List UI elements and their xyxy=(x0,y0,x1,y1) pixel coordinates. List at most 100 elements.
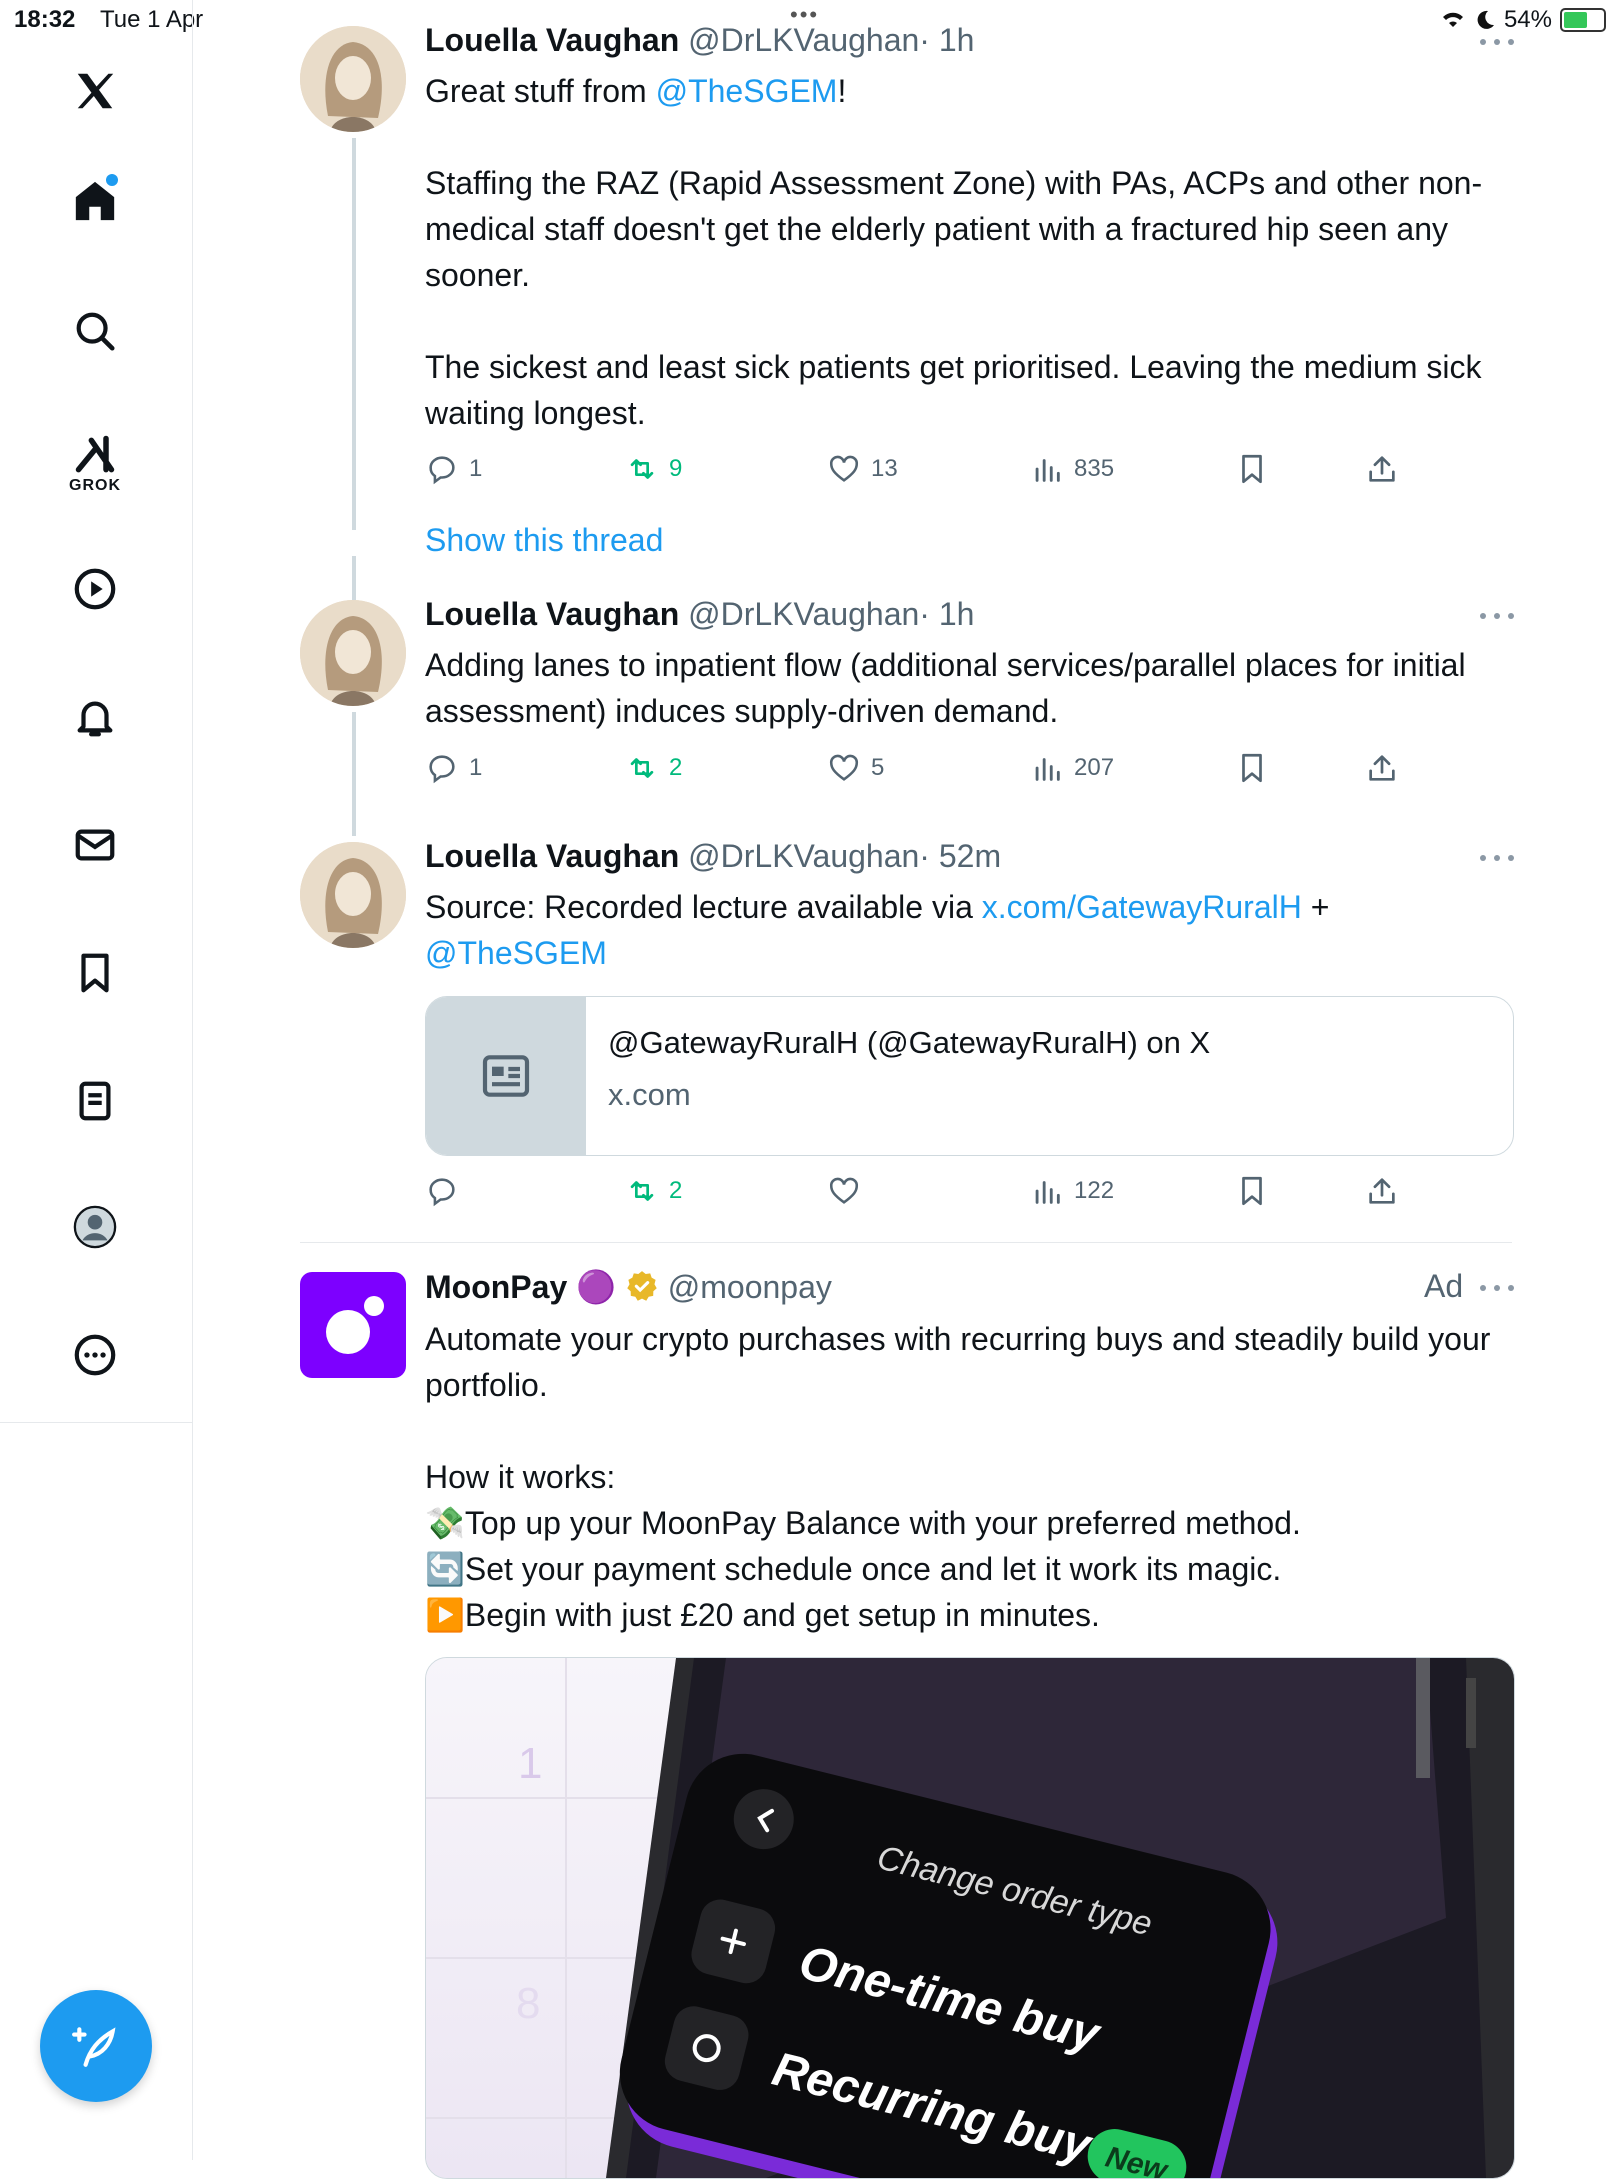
repost-count: 2 xyxy=(669,1177,683,1204)
search-icon[interactable] xyxy=(66,302,124,360)
views-bar-icon xyxy=(1035,758,1060,781)
repost-count: 2 xyxy=(669,754,683,781)
repost-icon xyxy=(630,459,654,479)
bookmark-button[interactable] xyxy=(1235,751,1269,785)
battery-icon xyxy=(1560,8,1606,32)
heart-icon xyxy=(829,754,859,781)
post-author-handle[interactable]: @DrLKVaughan xyxy=(688,596,919,632)
ad-label: Ad xyxy=(1424,1268,1464,1304)
x-logo-icon[interactable] xyxy=(66,62,124,120)
reply-button[interactable]: 1 xyxy=(425,751,482,785)
reply-button[interactable]: 1 xyxy=(425,452,482,486)
reply-button[interactable] xyxy=(425,1174,459,1208)
like-button[interactable]: 13 xyxy=(827,452,898,486)
compose-post-button[interactable] xyxy=(40,1990,152,2102)
mention-link[interactable]: @TheSGEM xyxy=(656,73,838,109)
ad-author-name[interactable]: MoonPay xyxy=(425,1269,567,1305)
wifi-icon xyxy=(1442,12,1463,27)
post-1-more-icon[interactable] xyxy=(1480,34,1514,50)
reply-count: 1 xyxy=(469,754,483,781)
heart-icon xyxy=(829,455,859,482)
post-author-name[interactable]: Louella Vaughan xyxy=(425,838,679,874)
calendar-day-1: 1 xyxy=(518,1739,542,1788)
post-1-actions: 1 9 13 835 xyxy=(425,452,1425,492)
post-time[interactable]: · 52m xyxy=(919,838,1001,874)
link-preview-card[interactable]: @GatewayRuralH (@GatewayRuralH) on X x.c… xyxy=(425,996,1514,1156)
video-icon[interactable] xyxy=(66,560,124,618)
repost-button[interactable]: 2 xyxy=(625,751,682,785)
post-1-text: Great stuff from @TheSGEM! Staffing the … xyxy=(425,68,1505,436)
views-count: 207 xyxy=(1074,754,1115,781)
like-button[interactable] xyxy=(827,1174,861,1208)
post-3-avatar[interactable] xyxy=(300,842,406,948)
sidebar: GROK xyxy=(0,0,193,1423)
external-link[interactable]: x.com/GatewayRuralH xyxy=(982,889,1302,925)
sidebar-divider xyxy=(192,1422,193,2160)
views-button[interactable]: 835 xyxy=(1030,452,1114,486)
verified-badge-icon xyxy=(627,1271,657,1301)
bookmark-icon xyxy=(1242,1176,1262,1206)
post-2-actions: 1 2 5 207 xyxy=(425,751,1425,791)
reply-count: 1 xyxy=(469,455,483,482)
views-button[interactable]: 122 xyxy=(1030,1174,1114,1208)
post-text-mid: + xyxy=(1301,889,1330,925)
post-1-avatar[interactable] xyxy=(300,26,406,132)
lists-icon[interactable] xyxy=(66,1072,124,1130)
share-button[interactable] xyxy=(1365,1174,1399,1208)
ad-media-illustration: 1 8 12 Change order type One-time buy Re… xyxy=(426,1658,1514,2178)
messages-envelope-icon[interactable] xyxy=(66,816,124,874)
post-time[interactable]: · 1h xyxy=(919,22,974,58)
post-author-name[interactable]: Louella Vaughan xyxy=(425,22,679,58)
share-button[interactable] xyxy=(1365,452,1399,486)
ad-media-image[interactable]: 1 8 12 Change order type One-time buy Re… xyxy=(425,1657,1515,2179)
post-2-more-icon[interactable] xyxy=(1480,608,1514,624)
post-divider xyxy=(300,1242,1512,1243)
like-count: 13 xyxy=(871,455,898,482)
post-2-header: Louella Vaughan @DrLKVaughan· 1h xyxy=(425,596,974,633)
bookmarks-icon[interactable] xyxy=(66,944,124,1002)
calendar-day-8: 8 xyxy=(516,1979,540,2028)
link-card-title: @GatewayRuralH (@GatewayRuralH) on X xyxy=(608,1025,1211,1060)
grok-label: GROK xyxy=(69,477,121,494)
post-2-text: Adding lanes to inpatient flow (addition… xyxy=(425,647,1466,729)
notifications-bell-icon[interactable] xyxy=(66,688,124,746)
like-button[interactable]: 5 xyxy=(827,751,884,785)
post-paragraph: The sickest and least sick patients get … xyxy=(425,349,1482,431)
share-button[interactable] xyxy=(1365,751,1399,785)
ad-more-icon[interactable] xyxy=(1480,1280,1514,1296)
views-bar-icon xyxy=(1035,1181,1060,1204)
post-3-more-icon[interactable] xyxy=(1480,850,1514,866)
post-1-header: Louella Vaughan @DrLKVaughan· 1h xyxy=(425,22,974,59)
post-text-prefix: Great stuff from xyxy=(425,73,656,109)
status-right: 54% xyxy=(1440,6,1606,34)
ad-author-handle[interactable]: @moonpay xyxy=(668,1269,832,1305)
post-paragraph: Staffing the RAZ (Rapid Assessment Zone)… xyxy=(425,165,1483,293)
post-time[interactable]: · 1h xyxy=(919,596,974,632)
post-author-handle[interactable]: @DrLKVaughan xyxy=(688,22,919,58)
views-button[interactable]: 207 xyxy=(1030,751,1114,785)
mention-link[interactable]: @TheSGEM xyxy=(425,935,607,971)
bookmark-button[interactable] xyxy=(1235,452,1269,486)
show-thread-link[interactable]: Show this thread xyxy=(425,522,663,559)
ad-header: MoonPay 🟣 @moonpay xyxy=(425,1268,832,1306)
reply-icon xyxy=(429,1178,455,1207)
ad-paragraph: How it works: xyxy=(425,1459,616,1495)
profile-avatar-icon[interactable] xyxy=(66,1198,124,1256)
moonpay-logo[interactable] xyxy=(300,1272,406,1378)
more-options-icon[interactable] xyxy=(66,1326,124,1384)
battery-fill xyxy=(1564,12,1587,28)
post-text-suffix: ! xyxy=(837,73,847,109)
repost-button[interactable]: 2 xyxy=(625,1174,682,1208)
repost-button[interactable]: 9 xyxy=(625,452,682,486)
bookmark-button[interactable] xyxy=(1235,1174,1269,1208)
grok-icon[interactable]: GROK xyxy=(66,424,124,504)
ad-text: Automate your crypto purchases with recu… xyxy=(425,1316,1505,1638)
views-bar-icon xyxy=(1035,459,1060,482)
post-2-avatar[interactable] xyxy=(300,600,406,706)
post-author-name[interactable]: Louella Vaughan xyxy=(425,596,679,632)
bookmark-icon xyxy=(1242,454,1262,484)
post-text-prefix: Source: Recorded lecture available via xyxy=(425,889,982,925)
views-count: 122 xyxy=(1074,1177,1115,1204)
post-author-handle[interactable]: @DrLKVaughan xyxy=(688,838,919,874)
compose-feather-icon xyxy=(72,2027,116,2067)
